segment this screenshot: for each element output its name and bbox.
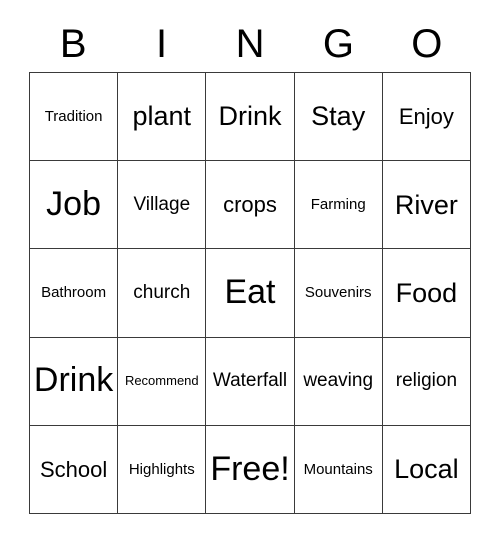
bingo-cell-label: Village bbox=[133, 193, 191, 215]
bingo-cell-label: Free! bbox=[210, 449, 290, 488]
bingo-cell[interactable]: religion bbox=[382, 337, 471, 426]
header-letter-n: N bbox=[235, 22, 265, 66]
bingo-cell[interactable]: Food bbox=[382, 249, 471, 338]
bingo-cell[interactable]: Drink bbox=[206, 73, 295, 162]
bingo-cell-label: Job bbox=[46, 184, 101, 223]
bingo-cell-label: Bathroom bbox=[41, 284, 107, 302]
bingo-cell-free-space[interactable]: Free! bbox=[206, 425, 295, 514]
bingo-cell[interactable]: Stay bbox=[294, 73, 383, 162]
bingo-cell-label: Drink bbox=[33, 361, 114, 400]
bingo-cell-label: Enjoy bbox=[398, 104, 454, 130]
bingo-cell[interactable]: Bathroom bbox=[30, 249, 119, 338]
bingo-header-row: B I N G O bbox=[29, 16, 471, 72]
bingo-cell-label: Souvenirs bbox=[304, 284, 372, 302]
bingo-cell-label: religion bbox=[395, 370, 458, 392]
bingo-cell-label: Local bbox=[394, 454, 459, 485]
bingo-cell[interactable]: Enjoy bbox=[382, 73, 471, 162]
bingo-cell-label: church bbox=[133, 282, 191, 304]
bingo-cell-label: Highlights bbox=[128, 460, 195, 478]
bingo-card: B I N G O Tradition plant Drink Stay Enj… bbox=[0, 0, 500, 544]
bingo-cell-label: School bbox=[39, 456, 108, 482]
bingo-cell-label: Eat bbox=[224, 273, 276, 312]
bingo-cell-label: Recommend bbox=[124, 373, 199, 389]
bingo-cell[interactable]: Mountains bbox=[294, 425, 383, 514]
header-letter-i: I bbox=[156, 22, 168, 66]
bingo-cell-label: plant bbox=[132, 101, 192, 132]
bingo-grid: Tradition plant Drink Stay Enjoy Job Vil… bbox=[29, 72, 471, 514]
bingo-cell[interactable]: plant bbox=[118, 73, 207, 162]
header-letter-b: B bbox=[59, 22, 87, 66]
bingo-cell[interactable]: Local bbox=[382, 425, 471, 514]
header-letter-g: G bbox=[322, 22, 354, 66]
bingo-cell[interactable]: Farming bbox=[294, 161, 383, 250]
bingo-cell-label: River bbox=[394, 189, 458, 220]
bingo-cell-label: Stay bbox=[311, 101, 366, 132]
bingo-cell[interactable]: Drink bbox=[30, 337, 119, 426]
bingo-cell[interactable]: School bbox=[30, 425, 119, 514]
bingo-cell-label: Food bbox=[395, 277, 458, 308]
bingo-cell-label: Tradition bbox=[44, 107, 103, 125]
bingo-cell[interactable]: church bbox=[118, 249, 207, 338]
bingo-cell[interactable]: weaving bbox=[294, 337, 383, 426]
bingo-cell[interactable]: Eat bbox=[206, 249, 295, 338]
bingo-cell[interactable]: Waterfall bbox=[206, 337, 295, 426]
bingo-cell[interactable]: crops bbox=[206, 161, 295, 250]
bingo-cell-label: Mountains bbox=[303, 460, 373, 478]
bingo-cell-label: Drink bbox=[218, 101, 282, 132]
bingo-cell[interactable]: River bbox=[382, 161, 471, 250]
bingo-cell[interactable]: Highlights bbox=[118, 425, 207, 514]
bingo-cell[interactable]: Tradition bbox=[30, 73, 119, 162]
bingo-cell[interactable]: Job bbox=[30, 161, 119, 250]
bingo-cell[interactable]: Village bbox=[118, 161, 207, 250]
header-letter-o: O bbox=[411, 22, 443, 66]
bingo-cell-label: weaving bbox=[303, 370, 374, 392]
bingo-cell-label: Waterfall bbox=[212, 370, 288, 392]
bingo-cell-label: Farming bbox=[310, 195, 366, 213]
bingo-cell-label: crops bbox=[223, 192, 277, 218]
bingo-cell[interactable]: Recommend bbox=[118, 337, 207, 426]
bingo-cell[interactable]: Souvenirs bbox=[294, 249, 383, 338]
